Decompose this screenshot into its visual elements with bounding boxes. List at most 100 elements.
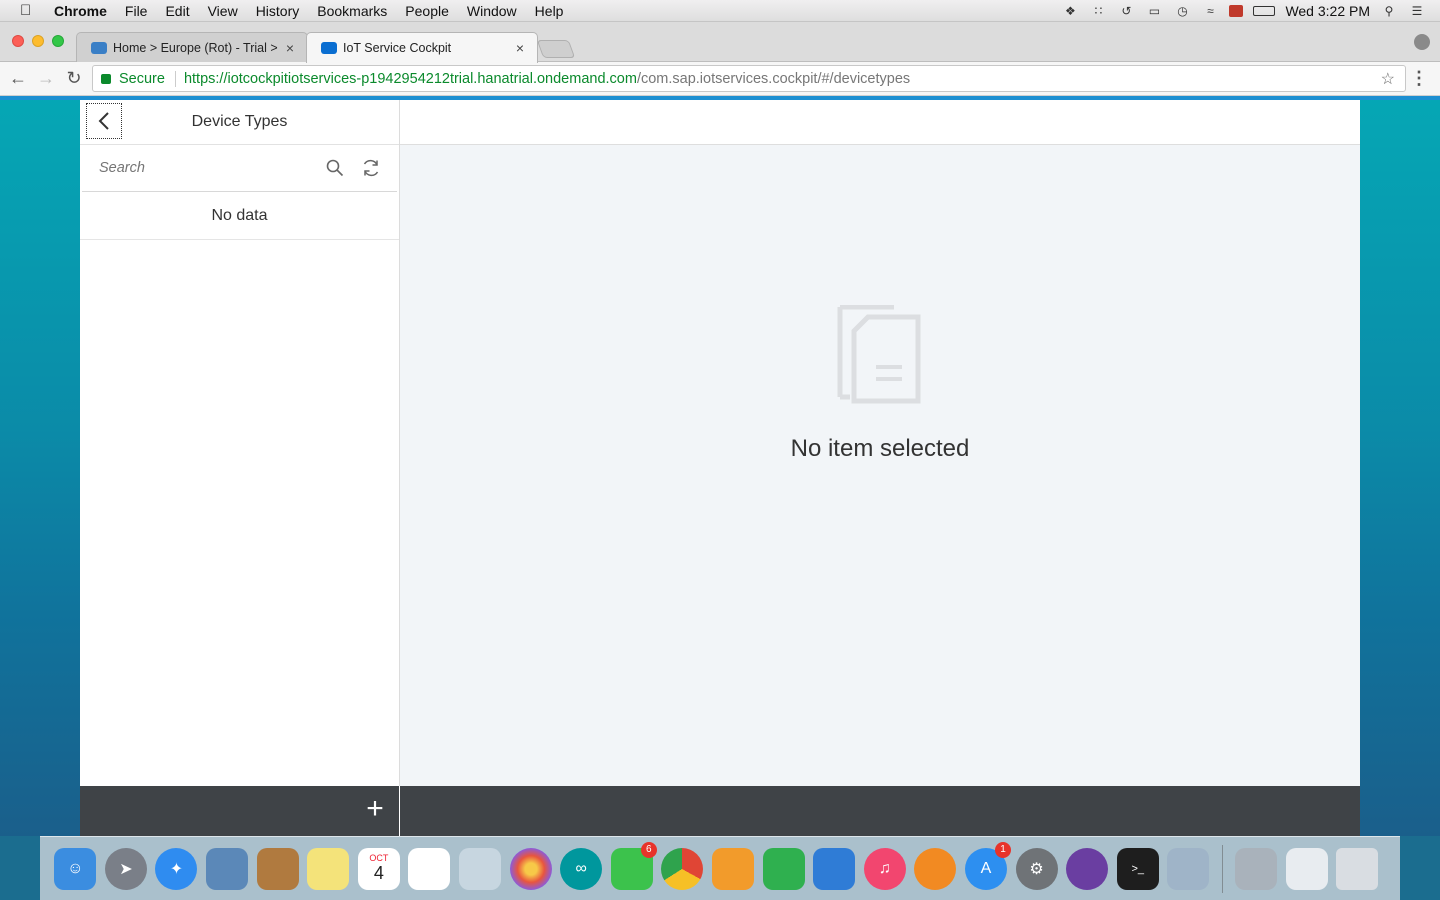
calendar-day: 4 [373,863,384,883]
system-preferences-icon[interactable]: ⚙ [1015,847,1058,890]
menubar-status-area: ❖ ∷ ↺ ▭ ◷ ≈ Wed 3:22 PM ⚲ ☰ [1061,0,1426,22]
profile-avatar-icon[interactable] [1414,34,1430,50]
master-pane: Device Types No data [80,100,400,786]
cloud-favicon-icon [91,41,107,54]
menu-window[interactable]: Window [467,3,517,19]
finder-icon[interactable]: ☺ [54,847,97,890]
calendar-month: OCT [369,853,389,863]
menu-history[interactable]: History [256,3,300,19]
photo-booth-icon[interactable] [459,847,502,890]
close-tab-icon[interactable]: × [283,40,297,56]
add-device-type-button[interactable]: + [361,794,389,824]
reload-icon[interactable]: ↻ [60,65,88,93]
safari-icon[interactable]: ✦ [155,847,198,890]
window-minimize-button[interactable] [32,35,44,47]
facetime-icon[interactable]: 6 [610,841,657,890]
back-button[interactable] [86,103,122,139]
trash-icon[interactable] [1336,847,1379,890]
menu-help[interactable]: Help [535,3,564,19]
grid-icon[interactable]: ∷ [1089,4,1107,18]
search-icon[interactable] [317,150,353,186]
app-store-icon[interactable]: A 1 [964,841,1011,890]
battery-icon[interactable] [1253,6,1276,16]
forward-arrow-icon[interactable]: → [32,65,60,93]
chrome-icon[interactable] [661,847,704,890]
tab-title: IoT Service Cockpit [343,41,452,55]
window-close-button[interactable] [12,35,24,47]
lock-icon [101,73,111,84]
chevron-left-icon [98,112,109,130]
menu-people[interactable]: People [405,3,449,19]
notes-icon[interactable] [307,847,350,890]
photos-icon[interactable] [509,847,552,890]
iot-cockpit-app: Device Types No data [80,100,1360,836]
url-path: /com.sap.iotservices.cockpit/#/devicetyp… [636,70,911,87]
close-tab-icon[interactable]: × [513,40,527,56]
spiral-icon[interactable]: ↺ [1117,4,1135,18]
dropbox-icon[interactable]: ❖ [1061,4,1079,18]
empty-state: No item selected [400,305,1360,463]
back-arrow-icon[interactable]: ← [4,65,32,93]
menu-file[interactable]: File [125,3,148,19]
contacts-icon[interactable] [256,847,299,890]
terminal-icon[interactable]: >_ [1116,847,1159,890]
chrome-menu-icon[interactable]: ⋮ [1410,68,1428,89]
no-item-selected-text: No item selected [790,435,970,462]
facetime-badge: 6 [640,841,657,858]
dock-separator [1221,844,1223,893]
arduino-icon[interactable]: ∞ [560,847,603,890]
time-machine-icon[interactable]: ◷ [1173,4,1191,18]
keynote-icon[interactable] [813,847,856,890]
notification-center-icon[interactable]: ☰ [1408,4,1426,18]
document-icon [837,305,921,404]
secure-label: Secure [119,70,165,87]
tab-title: Home > Europe (Rot) - Trial > [113,40,278,55]
calendar-icon[interactable]: OCT 4 [357,847,400,890]
menu-edit[interactable]: Edit [165,3,189,19]
master-footer: + [80,786,400,836]
refresh-icon[interactable] [353,150,389,186]
apple-menu-icon[interactable]:  [20,2,40,19]
tab-iot-service-cockpit[interactable]: IoT Service Cockpit × [306,32,538,63]
omnibox-separator [174,70,176,87]
menubar-clock[interactable]: Wed 3:22 PM [1285,3,1370,19]
no-data-list-item: No data [80,192,399,240]
search-input[interactable] [99,160,317,176]
ibooks-icon[interactable] [914,847,957,890]
tab-home-europe[interactable]: Home > Europe (Rot) - Trial > × [76,32,308,62]
detail-pane: No item selected [400,100,1360,786]
address-bar[interactable]: Secure https://iotcockpitiotservices-p19… [92,65,1406,92]
pages-icon[interactable] [712,847,755,890]
browser-toolbar: ← → ↻ Secure https://iotcockpitiotservic… [0,62,1440,96]
menu-app-name[interactable]: Chrome [54,3,107,19]
url-scheme-host: https://iotcockpitiotservices-p194295421… [183,70,637,87]
detail-header [400,100,1360,145]
search-bar [82,145,397,192]
detail-footer [400,786,1360,836]
browser-tab-strip: Home > Europe (Rot) - Trial > × IoT Serv… [0,22,1440,63]
master-title: Device Types [191,113,288,130]
airplay-icon[interactable]: ▭ [1145,4,1163,18]
menu-view[interactable]: View [208,3,238,19]
preview-icon[interactable] [206,847,249,890]
menu-bookmarks[interactable]: Bookmarks [317,3,387,19]
reminders-icon[interactable] [408,847,451,890]
window-zoom-button[interactable] [52,35,64,47]
sap-favicon-icon [321,42,337,54]
bookmark-star-icon[interactable]: ☆ [1381,69,1395,89]
spotlight-search-icon[interactable]: ⚲ [1380,4,1398,18]
image-capture-icon[interactable] [1167,847,1210,890]
macos-dock: ☺ ➤ ✦ OCT 4 ∞ 6 ♫ A 1 ⚙ >_ [40,836,1400,900]
wifi-icon[interactable]: ≈ [1201,4,1219,18]
input-source-flag-icon[interactable] [1229,5,1244,17]
downloads-stack-icon[interactable] [1234,847,1277,890]
numbers-icon[interactable] [762,847,805,890]
new-tab-button[interactable] [536,40,576,58]
macos-menubar:  Chrome File Edit View History Bookmark… [0,0,1440,22]
app-store-badge: 1 [994,841,1011,858]
github-icon[interactable] [1066,847,1109,890]
launchpad-icon[interactable]: ➤ [104,847,147,890]
master-header: Device Types [80,100,399,145]
itunes-icon[interactable]: ♫ [863,847,906,890]
documents-stack-icon[interactable] [1285,847,1328,890]
